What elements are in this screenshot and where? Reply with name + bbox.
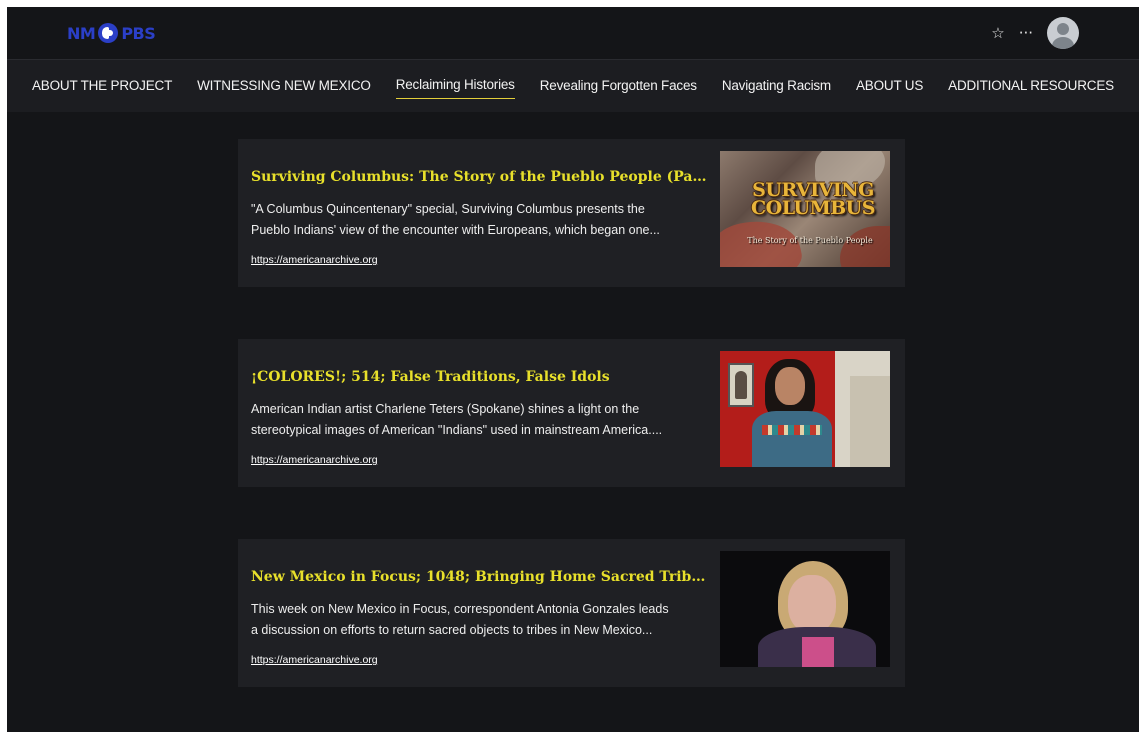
resource-card[interactable]: Surviving Columbus: The Story of the Pue… [238, 139, 905, 287]
app-frame: NM PBS ☆ ··· ABOUT THE PROJECT WITNESSIN… [7, 7, 1139, 732]
nav-item-navigating-racism[interactable]: Navigating Racism [722, 74, 831, 99]
top-header: NM PBS ☆ ··· [7, 7, 1139, 59]
logo-text-nm: NM [67, 23, 96, 43]
card-title[interactable]: Surviving Columbus: The Story of the Pue… [251, 169, 711, 185]
thumbnail-subtitle: The Story of the Pueblo People [747, 236, 873, 245]
card-thumbnail[interactable] [720, 351, 890, 467]
card-description: American Indian artist Charlene Teters (… [251, 399, 706, 441]
pbs-head-icon [98, 23, 119, 43]
nmpbs-logo[interactable]: NM PBS [67, 22, 156, 44]
card-title[interactable]: New Mexico in Focus; 1048; Bringing Home… [251, 569, 711, 585]
card-description-line: Pueblo Indians' view of the encounter wi… [251, 223, 660, 237]
nav-item-additional-resources[interactable]: ADDITIONAL RESOURCES [948, 74, 1114, 99]
card-source-link[interactable]: https://americanarchive.org [251, 254, 378, 266]
resource-card[interactable]: New Mexico in Focus; 1048; Bringing Home… [238, 539, 905, 687]
thumbnail-face [788, 575, 836, 633]
thumbnail-face [775, 367, 805, 405]
card-title[interactable]: ¡COLORES!; 514; False Traditions, False … [251, 369, 711, 385]
thumbnail-framed-picture [728, 363, 754, 407]
header-actions: ☆ ··· [991, 17, 1079, 49]
card-description: "A Columbus Quincentenary" special, Surv… [251, 199, 706, 241]
nav-item-revealing-forgotten-faces[interactable]: Revealing Forgotten Faces [540, 74, 697, 99]
resource-card[interactable]: ¡COLORES!; 514; False Traditions, False … [238, 339, 905, 487]
thumbnail-body [752, 411, 832, 467]
card-description-line: This week on New Mexico in Focus, corres… [251, 602, 669, 616]
card-source-link[interactable]: https://americanarchive.org [251, 654, 378, 666]
card-source-link[interactable]: https://americanarchive.org [251, 454, 378, 466]
card-description-line: a discussion on efforts to return sacred… [251, 623, 653, 637]
logo-text-pbs: PBS [121, 23, 156, 43]
star-icon[interactable]: ☆ [991, 25, 1004, 41]
card-thumbnail[interactable]: SURVIVING COLUMBUS The Story of the Pueb… [720, 151, 890, 267]
nav-item-about-us[interactable]: ABOUT US [856, 74, 923, 99]
card-description-line: "A Columbus Quincentenary" special, Surv… [251, 202, 645, 216]
user-avatar[interactable] [1047, 17, 1079, 49]
nav-item-reclaiming-histories[interactable]: Reclaiming Histories [395, 73, 515, 99]
thumbnail-body [758, 627, 876, 667]
card-description: This week on New Mexico in Focus, corres… [251, 599, 706, 641]
card-description-line: American Indian artist Charlene Teters (… [251, 402, 640, 416]
card-thumbnail[interactable] [720, 551, 890, 667]
card-description-line: stereotypical images of American "Indian… [251, 423, 663, 437]
thumbnail-title-line: COLUMBUS [751, 197, 875, 219]
nav-item-about-the-project[interactable]: ABOUT THE PROJECT [32, 74, 172, 99]
thumbnail-title: SURVIVING COLUMBUS [738, 181, 888, 219]
nav-item-witnessing-new-mexico[interactable]: WITNESSING NEW MEXICO [197, 74, 371, 99]
thumbnail-rock [840, 226, 890, 267]
main-navigation: ABOUT THE PROJECT WITNESSING NEW MEXICO … [7, 59, 1139, 112]
thumbnail-door [850, 376, 890, 467]
more-options-icon[interactable]: ··· [1019, 25, 1033, 41]
